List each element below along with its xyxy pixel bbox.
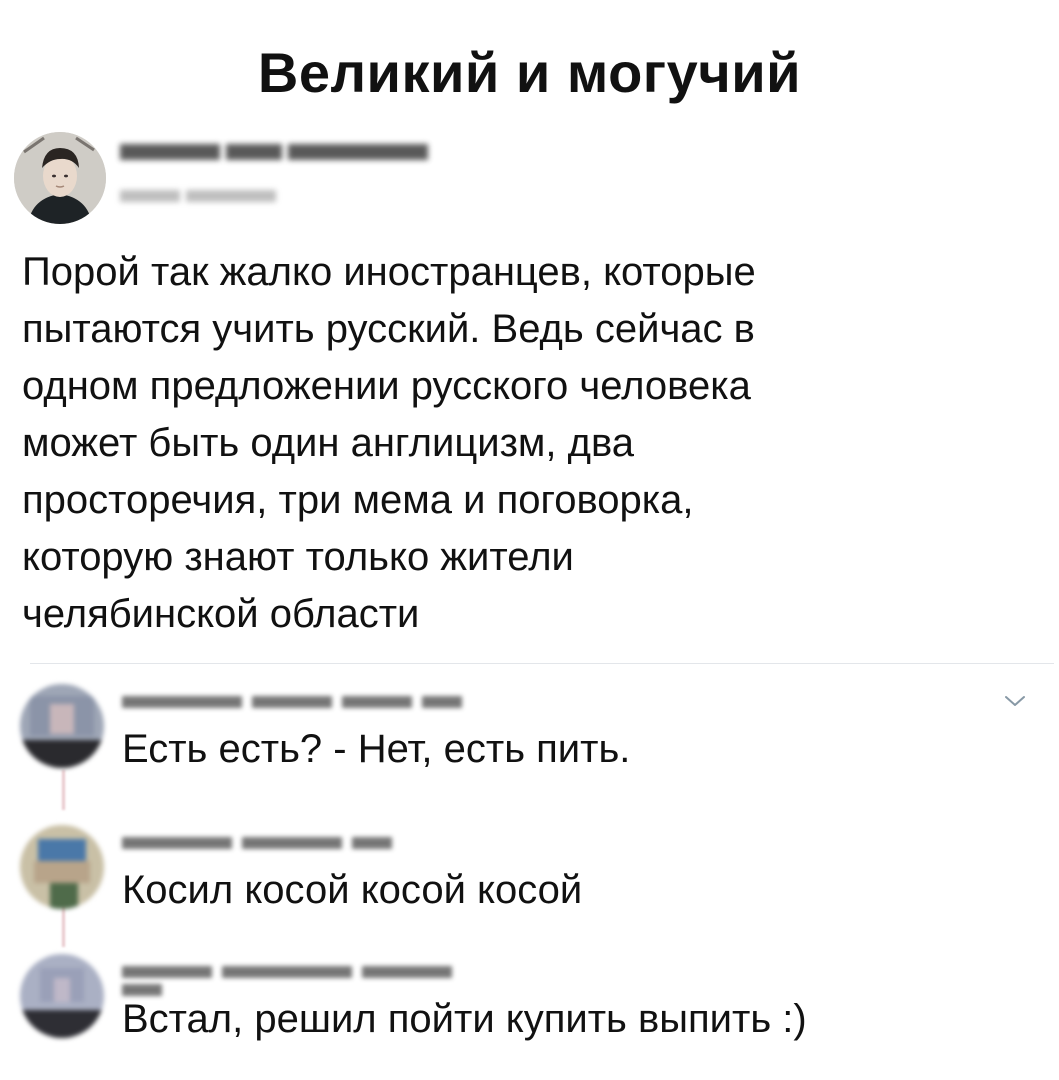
comment-author-blurred[interactable] — [122, 966, 502, 996]
thread-line — [62, 905, 65, 947]
author-name-blurred[interactable] — [120, 144, 440, 160]
divider — [30, 663, 1054, 664]
comment-text: Встал, решил пойти купить выпить :) — [122, 997, 807, 1041]
user-avatar-blurred-icon[interactable] — [20, 684, 104, 768]
user-avatar-blurred-icon[interactable] — [20, 825, 104, 909]
chevron-down-icon[interactable] — [1004, 694, 1026, 708]
user-avatar-blurred-icon[interactable] — [20, 954, 104, 1038]
thread-line — [62, 770, 65, 810]
post-text: Порой так жалко иностранцев, которые пыт… — [22, 250, 756, 636]
user-avatar-photo-icon[interactable] — [14, 132, 106, 224]
author-handle-blurred — [120, 190, 290, 202]
comment-author-blurred[interactable] — [122, 696, 502, 708]
comment-text: Косил косой косой косой — [122, 868, 583, 912]
page-title: Великий и могучий — [257, 41, 802, 104]
comment-author-blurred[interactable] — [122, 837, 502, 849]
comment-text: Есть есть? - Нет, есть пить. — [122, 727, 631, 771]
post-header — [14, 132, 1044, 232]
